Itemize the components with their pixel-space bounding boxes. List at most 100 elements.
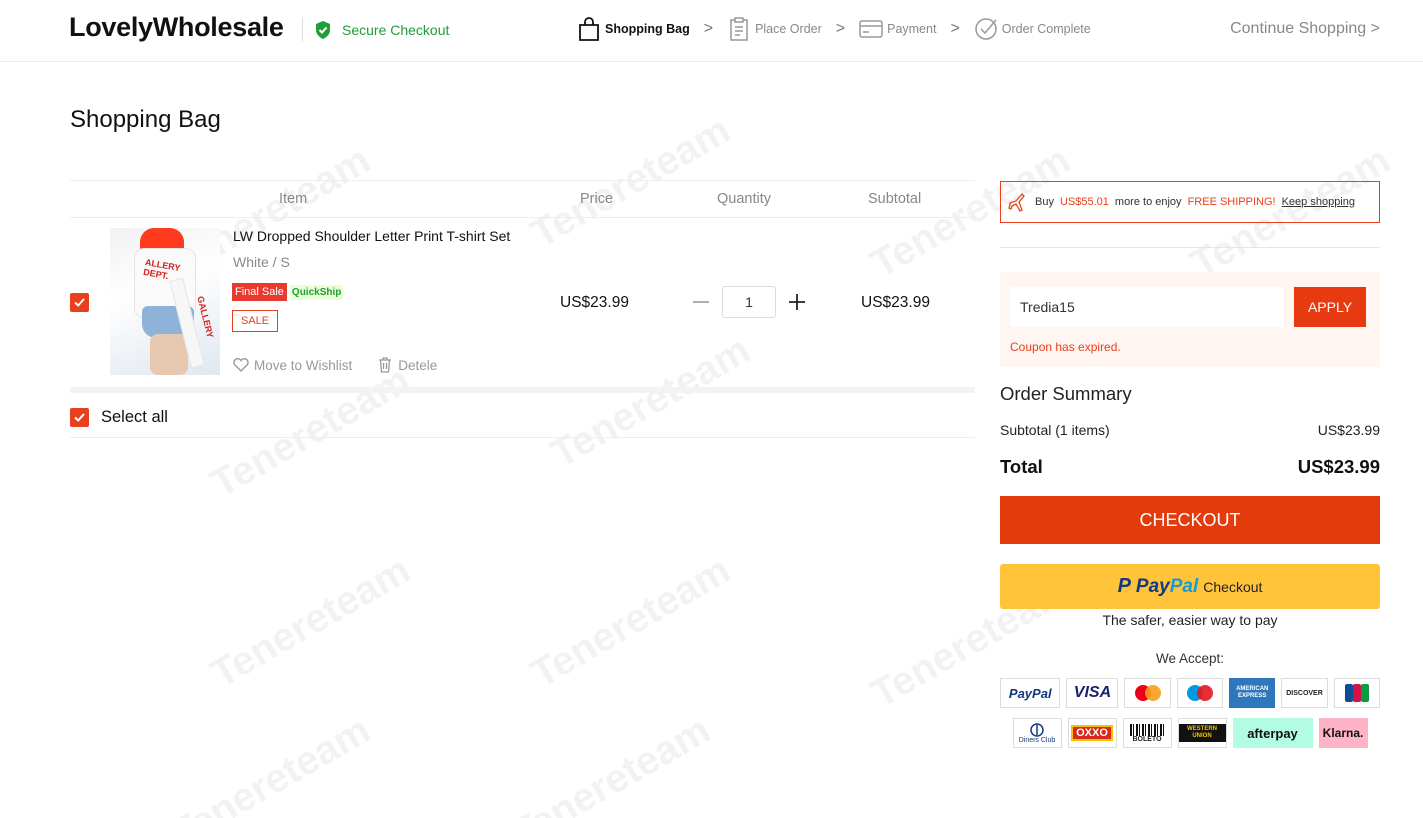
chevron-right-icon: > (703, 20, 714, 37)
item-price: US$23.99 (560, 294, 629, 311)
western-union-icon: WESTERN UNION (1177, 718, 1227, 748)
page-title: Shopping Bag (70, 106, 221, 133)
item-actions: Move to Wishlist Detele (232, 356, 437, 374)
shield-check-icon (316, 21, 330, 39)
credit-card-icon (859, 20, 883, 38)
apply-coupon-button[interactable]: APPLY (1294, 287, 1366, 327)
subtotal-label: Subtotal (1 items) (1000, 422, 1110, 438)
select-all-row: Select all (70, 398, 975, 438)
watermark: Tenereteam (503, 707, 718, 818)
chevron-right-icon: > (835, 20, 846, 37)
step-place-order: Place Order (727, 16, 822, 42)
increase-quantity-button[interactable] (788, 293, 806, 311)
jcb-card-icon (1333, 678, 1380, 708)
plus-icon (789, 294, 805, 310)
item-subtotal: US$23.99 (861, 294, 930, 311)
total-label: Total (1000, 456, 1043, 477)
total-value: US$23.99 (1297, 456, 1380, 477)
checkout-steps: Shopping Bag > Place Order > Payment > O… (577, 16, 1091, 42)
delete-button[interactable]: Detele (376, 356, 437, 374)
shipping-prefix: Buy (1035, 196, 1054, 208)
diners-logo (1030, 722, 1044, 737)
visa-card-icon: VISA (1066, 678, 1119, 708)
subtotal-row: Subtotal (1 items) US$23.99 (1000, 422, 1380, 438)
checkmark-icon (74, 298, 85, 307)
quantity-stepper (692, 286, 806, 318)
payment-methods-row: PayPal VISA AMERICAN EXPRESS DISCOVER (1000, 678, 1380, 708)
quantity-input[interactable] (722, 286, 776, 318)
coupon-input[interactable] (1010, 287, 1284, 327)
step-label: Payment (887, 22, 937, 36)
shipping-middle: more to enjoy (1114, 196, 1182, 208)
divider (1000, 247, 1380, 248)
watermark: Tenereteam (203, 547, 418, 697)
paypal-checkout-label: Checkout (1203, 578, 1263, 595)
decrease-quantity-button[interactable] (692, 293, 710, 311)
move-to-wishlist-button[interactable]: Move to Wishlist (232, 356, 352, 374)
step-payment: Payment (859, 16, 936, 42)
delete-label: Detele (398, 357, 438, 373)
shipping-amount: US$55.01 (1059, 196, 1109, 208)
klarna-icon: Klarna. (1318, 718, 1368, 748)
free-shipping-banner: Buy US$55.01 more to enjoy FREE SHIPPING… (1000, 181, 1380, 223)
paypal-note: The safer, easier way to pay (1102, 612, 1278, 628)
step-label: Place Order (755, 22, 822, 36)
trash-icon (379, 357, 392, 373)
mastercard-icon (1124, 678, 1171, 708)
product-name[interactable]: LW Dropped Shoulder Letter Print T-shirt… (233, 228, 518, 244)
airplane-icon (1008, 193, 1025, 212)
column-quantity: Quantity (717, 191, 771, 207)
step-label: Order Complete (1001, 22, 1091, 36)
checkout-button[interactable]: CHECKOUT (1000, 496, 1380, 544)
check-circle-icon (975, 18, 997, 40)
chevron-right-icon: > (950, 20, 960, 37)
cart-item-row: ALLERY DEPT. GALLERY LW Dropped Shoulder … (70, 218, 975, 393)
maestro-icon (1176, 678, 1224, 708)
total-row: Total US$23.99 (1000, 456, 1380, 478)
step-order-complete: Order Complete (974, 16, 1091, 42)
heart-icon (233, 358, 249, 372)
watermark: Tenereteam (523, 547, 738, 697)
site-logo[interactable]: LovelyWholesale (69, 12, 284, 43)
product-variant: White / S (233, 254, 290, 270)
order-summary-title: Order Summary (1000, 383, 1132, 404)
select-all-checkbox[interactable] (70, 408, 89, 427)
bag-icon (579, 17, 599, 41)
product-badges: Final Sale QuickShip (232, 283, 344, 301)
clipboard-icon (730, 17, 748, 41)
watermark: Tenereteam (163, 707, 378, 818)
discover-card-icon: DISCOVER (1281, 678, 1328, 708)
sale-badge: SALE (232, 310, 279, 332)
paypal-checkout-button[interactable]: P PayPal Checkout (1000, 564, 1380, 609)
continue-shopping-link[interactable]: Continue Shopping > (1230, 20, 1380, 38)
paypal-card-icon: PayPal (1000, 678, 1061, 708)
boleto-icon: BOLETO (1122, 718, 1172, 748)
free-shipping-text: FREE SHIPPING! (1187, 196, 1276, 208)
wishlist-label: Move to Wishlist (254, 357, 353, 373)
subtotal-value: US$23.99 (1317, 422, 1380, 438)
amex-card-icon: AMERICAN EXPRESS (1229, 678, 1276, 708)
column-item: Item (279, 191, 308, 207)
payment-methods-row: Diners Club OXXO BOLETO WESTERN UNION af… (1000, 718, 1380, 748)
column-price: Price (580, 191, 614, 207)
checkmark-icon (74, 413, 85, 422)
quickship-badge: QuickShip (289, 284, 344, 300)
step-shopping-bag: Shopping Bag (577, 16, 690, 42)
column-subtotal: Subtotal (868, 191, 922, 207)
select-all-label[interactable]: Select all (101, 408, 168, 427)
cart-table-header: Item Price Quantity Subtotal (70, 180, 975, 218)
oxxo-icon: OXXO (1067, 718, 1117, 748)
secure-checkout-label: Secure Checkout (342, 22, 450, 38)
afterpay-icon: afterpay (1232, 718, 1313, 748)
site-header: LovelyWholesale Secure Checkout Shopping… (0, 0, 1423, 62)
step-label: Shopping Bag (605, 22, 690, 36)
item-checkbox[interactable] (70, 293, 89, 312)
secure-checkout: Secure Checkout (314, 20, 449, 40)
diners-club-icon: Diners Club (1012, 718, 1062, 748)
coupon-box: APPLY Coupon has expired. (1000, 272, 1380, 367)
paypal-wordmark: PayPal (1135, 575, 1199, 597)
paypal-icon: P (1117, 575, 1131, 597)
minus-icon (693, 301, 709, 303)
product-image[interactable]: ALLERY DEPT. GALLERY (110, 228, 220, 375)
keep-shopping-link[interactable]: Keep shopping (1282, 196, 1355, 208)
